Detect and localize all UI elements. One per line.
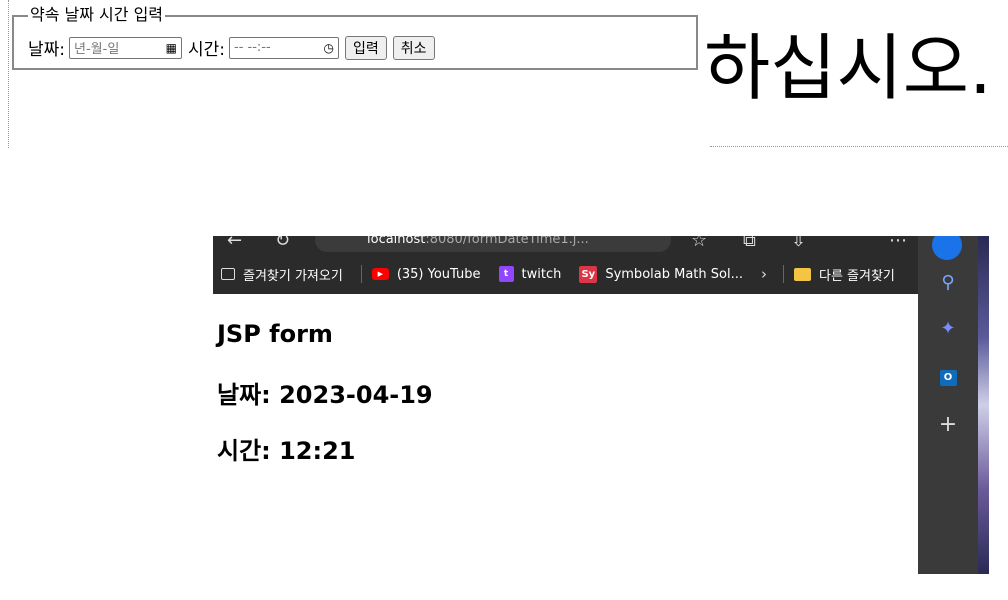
symbolab-icon: Sy — [579, 265, 598, 283]
bookmark-import[interactable]: 즐겨찾기 가져오기 — [213, 265, 343, 284]
clock-icon[interactable]: ◷ — [324, 42, 334, 54]
bookmark-separator — [782, 265, 784, 283]
bookmark-label: (35) YouTube — [396, 266, 481, 282]
youtube-icon: ▶ — [371, 268, 389, 280]
folder-icon — [793, 267, 811, 281]
chevron-right-icon[interactable]: › — [761, 265, 767, 283]
form-row: 날짜: 년-월-일 ▦ 시간: -- --:-- ◷ 입력 취소 — [28, 35, 441, 60]
favorites-bar: 즐겨찾기 가져오기 ▶ (35) YouTube t twitch Sy Sym… — [213, 254, 918, 294]
edge-sidebar: ⚲ ✦ O + — [918, 236, 978, 574]
navigation-bar: ← ↻ localhost:8080/formDateTime1.j... ☆ … — [213, 236, 918, 254]
bookmark-label: twitch — [521, 266, 562, 282]
time-input[interactable]: -- --:-- ◷ — [229, 36, 340, 59]
date-label: 날짜: — [28, 40, 66, 60]
twitch-icon: t — [498, 266, 514, 282]
submit-button[interactable]: 입력 — [345, 35, 387, 60]
background-instruction-text: 하십시오. — [704, 26, 992, 110]
bookmark-label: Symbolab Math Sol... — [605, 266, 743, 282]
reset-button[interactable]: 취소 — [392, 35, 435, 60]
date-placeholder: 년-월-일 — [74, 42, 120, 57]
other-favorites-folder[interactable]: 다른 즐겨찾기 — [793, 265, 895, 284]
favorites-icon[interactable]: ☆ — [691, 236, 707, 251]
result-time: 시간: 12:21 — [217, 437, 356, 465]
result-date: 날짜: 2023-04-19 — [217, 381, 433, 409]
downloads-icon[interactable]: ⇩ — [791, 236, 806, 251]
url-host: localhost — [367, 236, 426, 247]
wallpaper-edge — [978, 236, 989, 574]
back-icon[interactable]: ← — [227, 236, 242, 251]
bookmark-youtube[interactable]: ▶ (35) YouTube — [371, 266, 481, 282]
search-icon[interactable]: ⚲ — [918, 272, 978, 293]
time-placeholder: -- --:-- — [234, 40, 271, 55]
more-icon[interactable]: ⋯ — [889, 236, 907, 251]
browser-window: ← ↻ localhost:8080/formDateTime1.j... ☆ … — [213, 236, 989, 574]
fieldset-legend: 약속 날짜 시간 입력 — [28, 5, 166, 24]
url-path: :8080/formDateTime1.j... — [425, 236, 589, 247]
bookmark-twitch[interactable]: t twitch — [498, 266, 562, 282]
import-icon — [221, 268, 235, 280]
bookmark-symbolab[interactable]: Sy Symbolab Math Sol... — [579, 265, 743, 283]
page-content: JSP form 날짜: 2023-04-19 시간: 12:21 — [213, 294, 918, 574]
outlook-icon[interactable]: O — [918, 364, 978, 386]
margin-guide-bottom — [710, 146, 1008, 147]
page-title: JSP form — [217, 320, 333, 348]
date-input[interactable]: 년-월-일 ▦ — [69, 36, 183, 59]
bookmark-separator — [360, 265, 362, 283]
copilot-icon[interactable]: ✦ — [918, 318, 978, 339]
other-favorites-label: 다른 즐겨찾기 — [818, 268, 895, 284]
address-bar[interactable]: localhost:8080/formDateTime1.j... — [315, 236, 671, 252]
collections-icon[interactable]: ⧉ — [743, 236, 756, 251]
plus-icon[interactable]: + — [918, 412, 978, 437]
appointment-fieldset: 약속 날짜 시간 입력 날짜: 년-월-일 ▦ 시간: -- --:-- ◷ 입… — [12, 6, 698, 70]
refresh-icon[interactable]: ↻ — [275, 236, 290, 251]
calendar-icon[interactable]: ▦ — [166, 42, 177, 54]
bing-chat-icon[interactable] — [928, 236, 966, 265]
margin-guide-left — [8, 0, 9, 148]
bookmark-label: 즐겨찾기 가져오기 — [243, 268, 343, 284]
time-label: 시간: — [188, 40, 226, 60]
